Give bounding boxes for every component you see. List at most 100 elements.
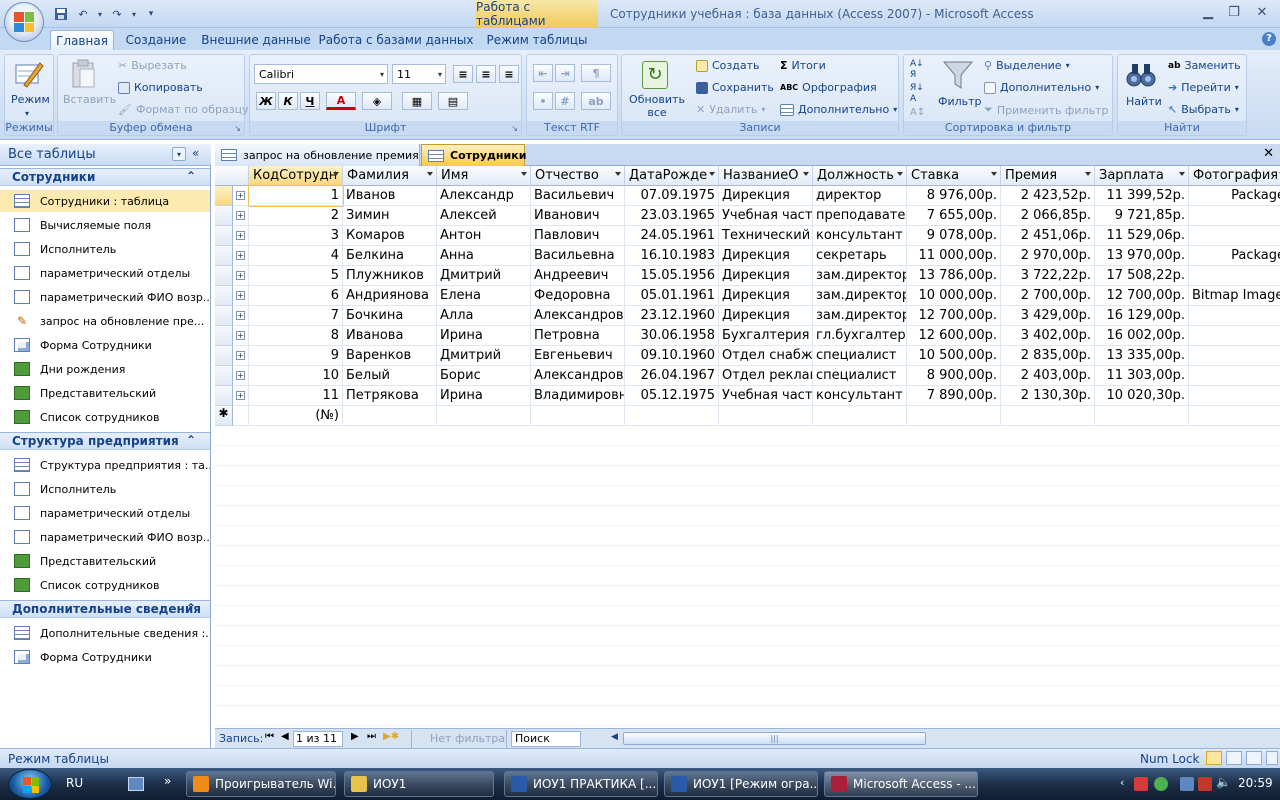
selection-dropdown-icon[interactable]: ▾ xyxy=(1066,61,1070,70)
subdatasheet-expander[interactable]: + xyxy=(233,186,249,206)
task-media-player[interactable]: Проигрыватель Wi... xyxy=(186,771,336,797)
paste-button[interactable]: Вставить xyxy=(63,93,116,106)
expand-plus-icon[interactable]: + xyxy=(236,211,245,220)
nav-item[interactable]: Список сотрудников xyxy=(0,574,210,596)
new-row-cell[interactable] xyxy=(719,406,813,426)
clipboard-launcher-icon[interactable]: ↘ xyxy=(234,124,241,133)
column-filter-dropdown-icon[interactable] xyxy=(803,172,809,176)
table-cell[interactable]: Bitmap Image xyxy=(1189,286,1280,306)
column-header[interactable]: Фамилия xyxy=(343,166,437,186)
column-filter-dropdown-icon[interactable] xyxy=(333,172,339,176)
tab-database-tools[interactable]: Работа с базами данных xyxy=(319,30,474,50)
expand-plus-icon[interactable]: + xyxy=(236,291,245,300)
goto-dropdown-icon[interactable]: ▾ xyxy=(1235,83,1239,92)
table-cell[interactable]: Петровна xyxy=(531,326,625,346)
table-cell[interactable]: 12 600,00р. xyxy=(907,326,1001,346)
table-cell[interactable]: 26.04.1967 xyxy=(625,366,719,386)
table-cell[interactable]: 3 722,22р. xyxy=(1001,266,1095,286)
nav-item[interactable]: Форма Сотрудники xyxy=(0,646,210,668)
save-icon[interactable] xyxy=(52,5,70,23)
nav-pane-header[interactable]: Все таблицы ▾ « xyxy=(0,144,211,166)
table-cell[interactable]: 2 130,30р. xyxy=(1001,386,1095,406)
table-cell[interactable] xyxy=(1189,226,1280,246)
tab-datasheet[interactable]: Режим таблицы xyxy=(484,30,590,50)
format-painter-button[interactable]: 🖌 Формат по образцу xyxy=(118,103,249,116)
customize-qat-icon[interactable]: ▾ xyxy=(142,5,160,23)
table-cell[interactable]: 2 970,00р. xyxy=(1001,246,1095,266)
cut-button[interactable]: ✂ Вырезать xyxy=(118,59,187,72)
expand-plus-icon[interactable]: + xyxy=(236,271,245,280)
subdatasheet-expander[interactable]: + xyxy=(233,226,249,246)
record-selector[interactable] xyxy=(215,186,233,206)
undo-dropdown-icon[interactable]: ▾ xyxy=(96,5,104,23)
indent-increase-icon[interactable]: ⇥ xyxy=(555,64,575,82)
table-cell[interactable]: Дирекция xyxy=(719,246,813,266)
table-cell[interactable]: Иванович xyxy=(531,206,625,226)
font-size-dropdown-icon[interactable]: ▾ xyxy=(438,70,442,79)
table-cell[interactable]: 2 066,85р. xyxy=(1001,206,1095,226)
table-cell[interactable]: Учебная часть xyxy=(719,386,813,406)
select-all-corner[interactable] xyxy=(215,166,249,186)
table-cell[interactable]: 12 700,00р. xyxy=(1095,286,1189,306)
sort-asc-icon[interactable]: A↓ Я xyxy=(910,59,924,81)
nav-group-header[interactable]: Дополнительные сведения ⌃ xyxy=(0,600,210,618)
align-center-icon[interactable]: ≡ xyxy=(476,65,496,83)
tray-security-icon[interactable] xyxy=(1134,777,1148,791)
table-cell[interactable]: 13 335,00р. xyxy=(1095,346,1189,366)
subdatasheet-expander[interactable]: + xyxy=(233,386,249,406)
nav-item[interactable]: Сотрудники : таблица xyxy=(0,190,210,212)
nav-item[interactable]: Исполнитель xyxy=(0,478,210,500)
tray-alert-icon[interactable] xyxy=(1198,777,1212,791)
numbering-icon[interactable]: # xyxy=(555,92,575,110)
goto-button[interactable]: ➜ Перейти ▾ xyxy=(1168,81,1239,94)
column-header[interactable]: Имя xyxy=(437,166,531,186)
replace-button[interactable]: ab Заменить xyxy=(1168,59,1241,72)
task-word-practice[interactable]: ИОУ1 ПРАКТИКА [... xyxy=(504,771,658,797)
task-folder[interactable]: ИОУ1 xyxy=(344,771,494,797)
align-left-icon[interactable]: ≡ xyxy=(453,65,473,83)
table-cell[interactable]: 11 399,52р. xyxy=(1095,186,1189,206)
language-indicator[interactable]: RU xyxy=(66,776,83,790)
first-record-icon[interactable]: ⏮ xyxy=(265,731,274,742)
redo-icon[interactable]: ↷ xyxy=(108,5,126,23)
new-row-cell[interactable] xyxy=(813,406,907,426)
table-cell[interactable]: Антон xyxy=(437,226,531,246)
help-icon[interactable]: ? xyxy=(1262,32,1276,46)
start-button[interactable] xyxy=(8,769,52,799)
tray-expand-icon[interactable]: ‹ xyxy=(1120,776,1124,789)
column-filter-dropdown-icon[interactable] xyxy=(1085,172,1091,176)
expand-plus-icon[interactable]: + xyxy=(236,311,245,320)
table-cell[interactable]: 2 700,00р. xyxy=(1001,286,1095,306)
nav-item[interactable]: параметрический отделы xyxy=(0,502,210,524)
new-record-asterisk-icon[interactable]: ✱ xyxy=(215,406,233,426)
table-cell[interactable]: Алла xyxy=(437,306,531,326)
nav-item[interactable]: параметрический ФИО возр... xyxy=(0,526,210,548)
fill-color-icon[interactable]: ◈ xyxy=(362,92,392,110)
nav-item[interactable]: Вычисляемые поля xyxy=(0,214,210,236)
table-cell[interactable]: 09.10.1960 xyxy=(625,346,719,366)
expand-plus-icon[interactable]: + xyxy=(236,391,245,400)
table-cell[interactable] xyxy=(1189,206,1280,226)
nav-item[interactable]: ✎ запрос на обновление пре... xyxy=(0,310,210,332)
nav-menu-dropdown-icon[interactable]: ▾ xyxy=(172,147,186,161)
table-cell[interactable]: 10 xyxy=(249,366,343,386)
table-cell[interactable]: 13 970,00р. xyxy=(1095,246,1189,266)
table-cell[interactable]: зам.директор xyxy=(813,266,907,286)
column-header[interactable]: Отчество xyxy=(531,166,625,186)
table-cell[interactable]: зам.директор xyxy=(813,306,907,326)
table-cell[interactable]: 16.10.1983 xyxy=(625,246,719,266)
font-name-combo[interactable]: Calibri ▾ xyxy=(254,64,388,84)
table-cell[interactable]: директор xyxy=(813,186,907,206)
table-cell[interactable]: 11 303,00р. xyxy=(1095,366,1189,386)
table-cell[interactable]: Package xyxy=(1189,246,1280,266)
new-row-cell[interactable]: (№) xyxy=(249,406,343,426)
collapse-chevron-icon[interactable]: ⌃ xyxy=(186,169,196,183)
more-records-dropdown-icon[interactable]: ▾ xyxy=(893,105,897,114)
table-cell[interactable]: Петрякова xyxy=(343,386,437,406)
table-cell[interactable]: Ирина xyxy=(437,326,531,346)
record-selector[interactable] xyxy=(215,246,233,266)
new-record-nav-icon[interactable]: ▶✱ xyxy=(383,731,399,742)
gridlines-icon[interactable]: ▦ xyxy=(402,92,432,110)
refresh-all-button[interactable]: Обновить все xyxy=(628,93,686,119)
nav-item[interactable]: параметрический ФИО возр... xyxy=(0,286,210,308)
